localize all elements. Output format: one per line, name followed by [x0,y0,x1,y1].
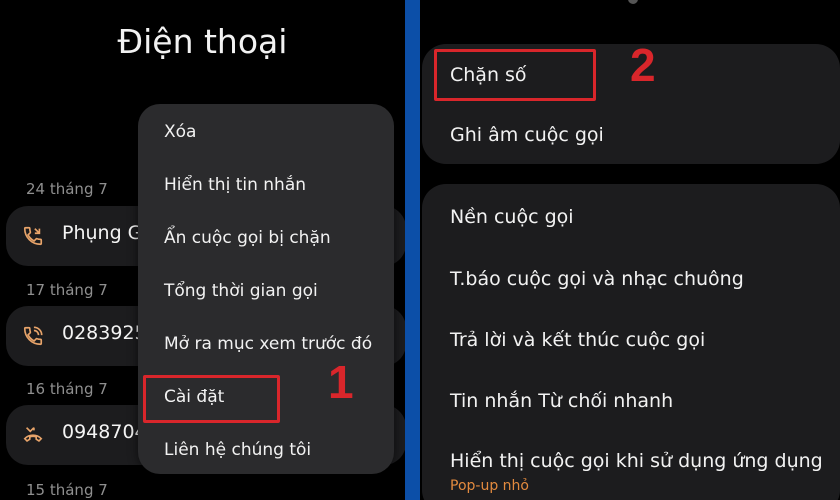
date-header: 24 tháng 7 [26,180,108,198]
call-settings-screen: Chặn số Ghi âm cuộc gọi 2 Nền cuộc gọi T… [420,0,840,500]
menu-item-total-call-time[interactable]: Tổng thời gian gọi [164,281,318,301]
setting-quick-decline-messages[interactable]: Tin nhắn Từ chối nhanh [450,390,673,412]
date-header: 15 tháng 7 [26,481,108,499]
menu-item-show-messages[interactable]: Hiển thị tin nhắn [164,175,306,195]
menu-item-delete[interactable]: Xóa [164,122,196,142]
menu-item-open-previous[interactable]: Mở ra mục xem trước đó [164,334,372,354]
menu-item-hide-blocked[interactable]: Ẩn cuộc gọi bị chặn [164,228,331,248]
step-number-1: 1 [328,356,354,408]
missed-call-icon [23,427,43,443]
panel-divider [405,0,420,500]
settings-group: Nền cuộc gọi T.báo cuộc gọi và nhạc chuô… [422,184,840,500]
setting-call-display-in-apps[interactable]: Hiển thị cuộc gọi khi sử dụng ứng dụng [450,450,823,472]
caller-number: 0283925 [62,322,147,344]
setting-call-background[interactable]: Nền cuộc gọi [450,206,574,228]
block-numbers-highlight-box [434,49,596,101]
wifi-call-icon [23,326,43,346]
settings-highlight-box [143,375,280,423]
setting-subtitle: Pop-up nhỏ [450,478,529,494]
setting-call-recording[interactable]: Ghi âm cuộc gọi [450,124,604,146]
page-title: Điện thoại [117,22,288,61]
setting-answer-end-calls[interactable]: Trả lời và kết thúc cuộc gọi [450,329,705,351]
step-number-2: 2 [630,39,656,91]
date-header: 16 tháng 7 [26,380,108,398]
caller-name: Phụng G [62,222,143,244]
menu-item-contact-us[interactable]: Liên hệ chúng tôi [164,440,311,460]
setting-call-alerts-ringtone[interactable]: T.báo cuộc gọi và nhạc chuông [450,268,744,290]
incoming-call-icon [23,226,43,246]
date-header: 17 tháng 7 [26,281,108,299]
caller-number: 0948704 [62,421,147,443]
phone-app-screen: Điện thoại 24 tháng 7 Phụng G 17 tháng 7… [0,0,405,500]
scroll-indicator [628,0,638,4]
